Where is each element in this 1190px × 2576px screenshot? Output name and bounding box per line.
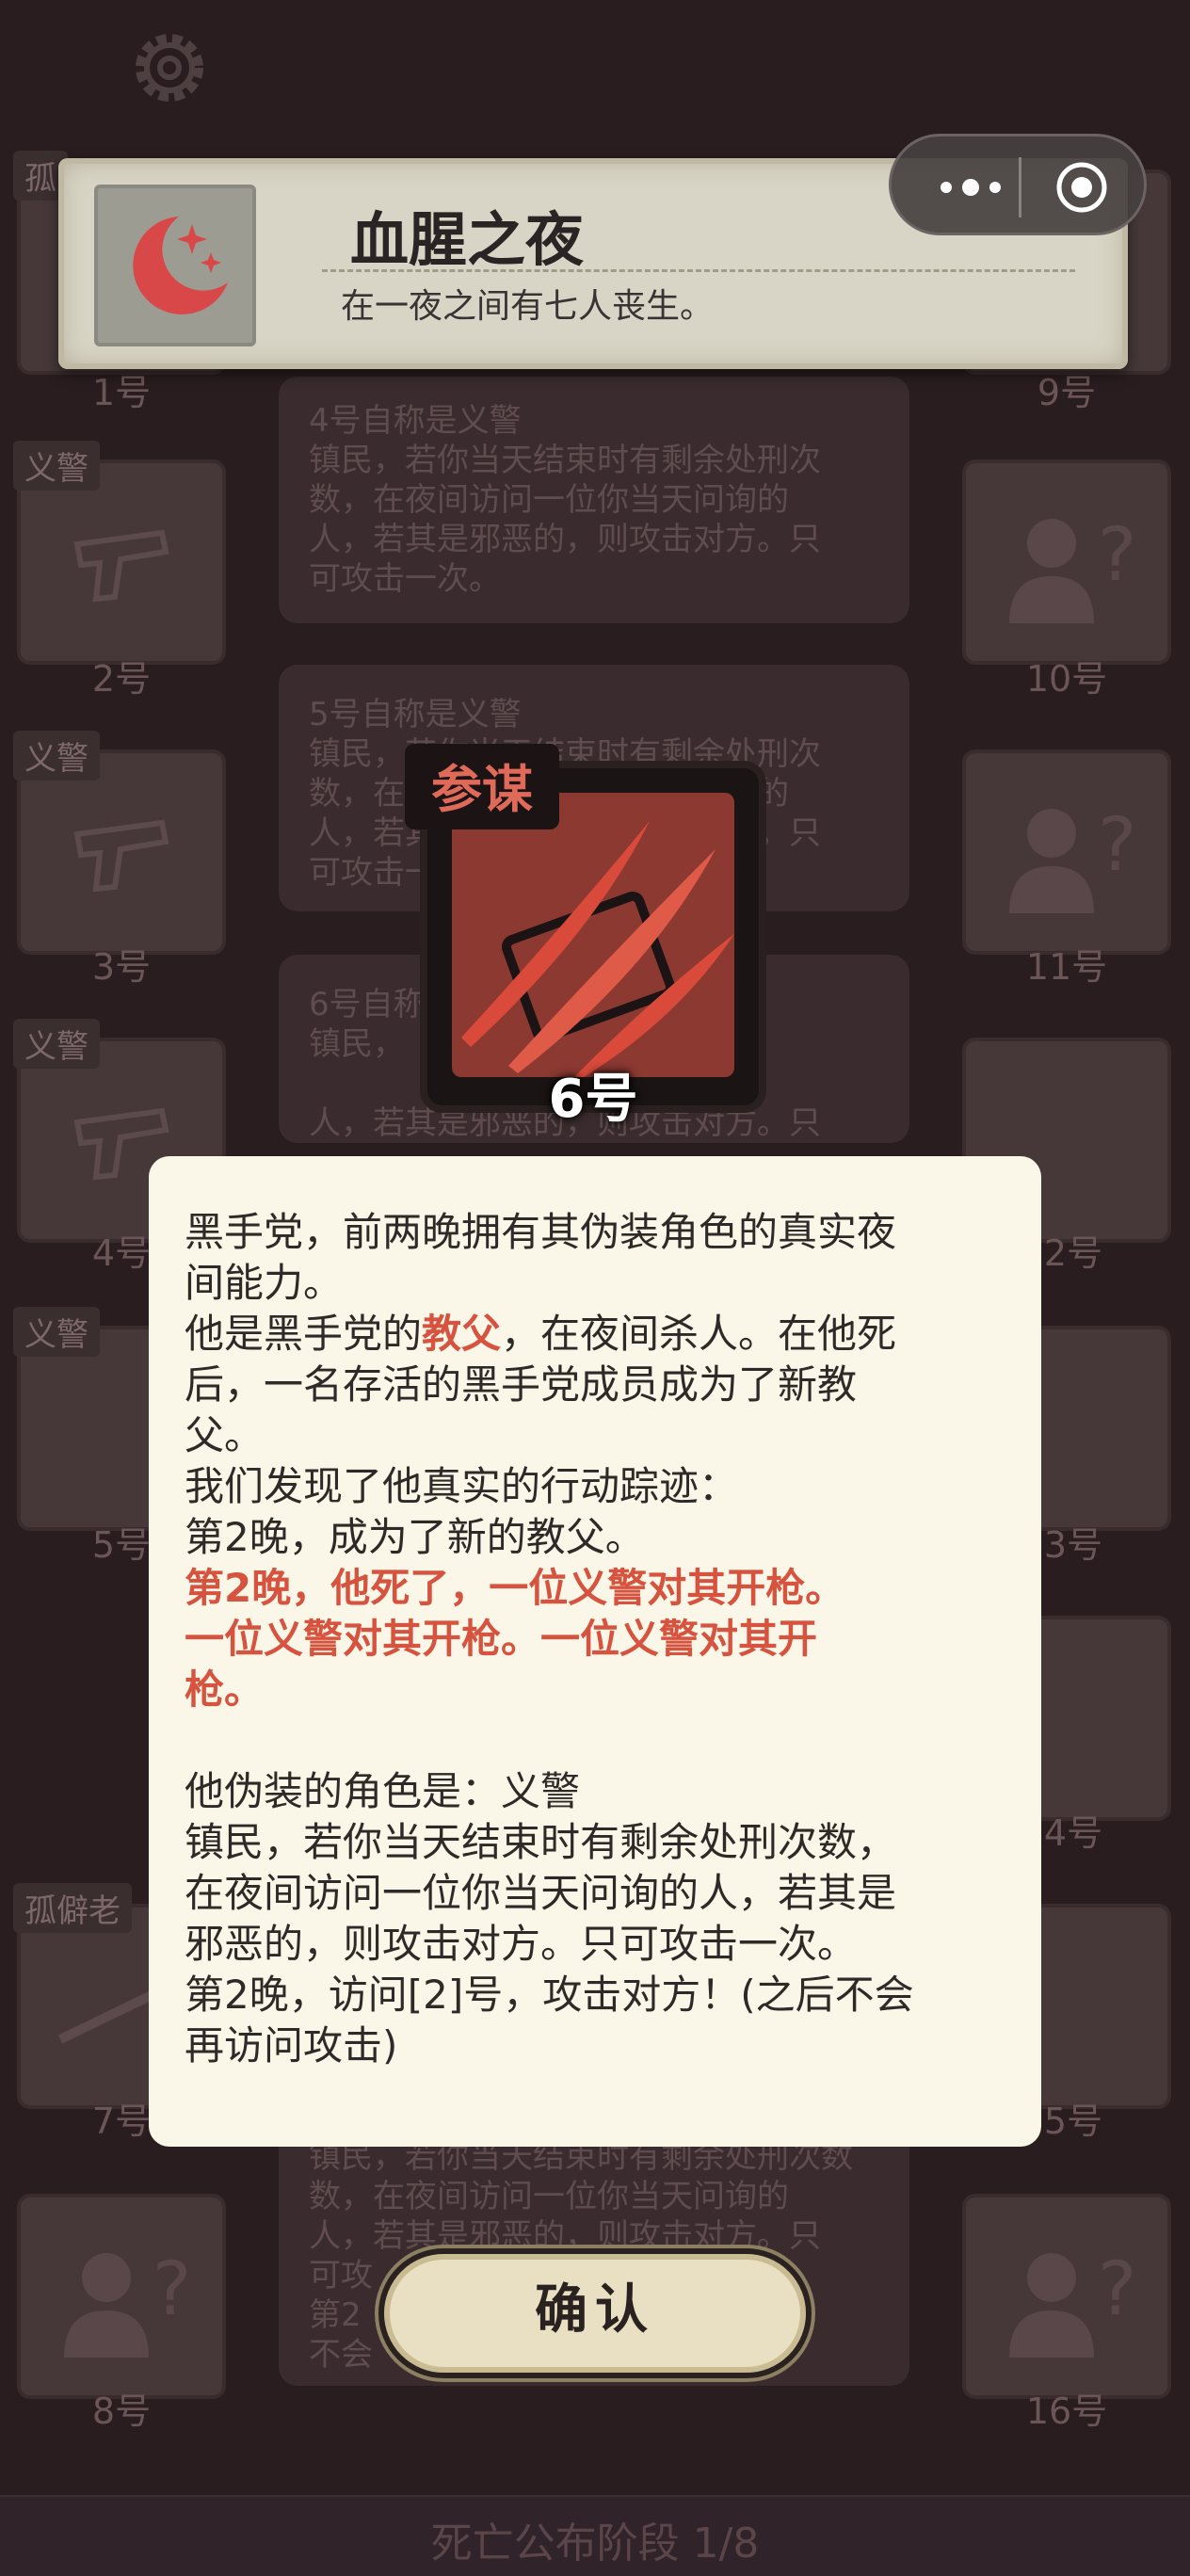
player-slot-8[interactable]: ?: [17, 2194, 226, 2399]
card-line: 可攻击一次。: [309, 560, 501, 598]
svg-text:?: ?: [1098, 803, 1136, 888]
event-subtitle: 在一夜之间有七人丧生。: [341, 287, 715, 326]
death-text: 枪。: [185, 1666, 265, 1713]
role-art: [452, 793, 734, 1077]
dialog-text: 第2晚，成为了新的教父。: [185, 1514, 645, 1560]
confirm-button[interactable]: 确认: [378, 2248, 812, 2378]
gear-icon[interactable]: [122, 21, 217, 115]
dialog-text: 间能力。: [185, 1260, 344, 1306]
dialog-text: 再访问攻击): [185, 2022, 398, 2069]
player-number: 2号: [91, 658, 152, 700]
dialog-text-line: 他是黑手党的教父，在夜间杀人。在他死: [185, 1309, 896, 1360]
role-tag: 义警: [13, 441, 100, 491]
dialog-text: 我们发现了他真实的行动踪迹：: [185, 1463, 739, 1509]
claim-card: 4号自称是义警 镇民，若你当天结束时有剩余处刑次 数，在夜间访问一位你当天问询的…: [279, 377, 909, 623]
dialog-text: 在夜间访问一位你当天问询的人，若其是: [185, 1870, 897, 1916]
svg-text:?: ?: [153, 2247, 191, 2332]
role-tag: 义警: [13, 731, 100, 781]
unknown-player-icon: ?: [1009, 2247, 1136, 2358]
event-title: 血腥之夜: [350, 205, 585, 274]
divider: [322, 269, 1075, 272]
dialog-text: 黑手党，前两晚拥有其伪装角色的真实夜: [185, 1209, 897, 1255]
unknown-player-icon: ?: [64, 2247, 191, 2358]
player-number: 1号: [91, 372, 152, 413]
dialog-text: 邪恶的，则攻击对方。只可攻击一次。: [185, 1921, 858, 1967]
capsule-separator: [1019, 157, 1021, 217]
player-number: 9号: [1037, 372, 1097, 413]
dialog-text: 他伪装的角色是：义警: [185, 1768, 581, 1814]
dialog-text: 父。: [185, 1412, 265, 1458]
player-slot-10[interactable]: ?: [962, 459, 1171, 665]
card-line: 镇民，若你当天结束时有剩余处刑次: [309, 442, 821, 479]
card-line: 5号自称是义警: [309, 696, 522, 733]
moon-stars-icon: [133, 217, 228, 314]
death-text: 一位义警对其开枪。一位义警对其开: [185, 1616, 818, 1662]
player-number: 10号: [1025, 658, 1108, 700]
confirm-label: 确认: [535, 2279, 655, 2341]
dialog-text: ，在夜间杀人。在他死: [501, 1311, 897, 1357]
card-line: 4号自称是义警: [309, 402, 522, 440]
highlight-role: 教父: [422, 1311, 502, 1357]
phase-label: 死亡公布阶段 1/8: [430, 2520, 760, 2568]
player-number: 16号: [1025, 2391, 1108, 2432]
player-number: 3号: [91, 946, 152, 988]
svg-text:?: ?: [1098, 2247, 1136, 2332]
role-tag: 义警: [13, 1307, 100, 1357]
card-line: 数，在夜间访问一位你当天问询的: [309, 2178, 789, 2215]
dialog-text: 第2晚，访问[2]号，攻击对方！(之后不会: [185, 1972, 914, 2018]
unknown-player-icon: ?: [1009, 803, 1136, 913]
role-name: 参谋: [405, 744, 559, 829]
player-slot-16[interactable]: ?: [962, 2194, 1171, 2399]
pistol-icon: [73, 819, 169, 893]
dialog-text: 镇民，若你当天结束时有剩余处刑次数，: [185, 1819, 897, 1865]
pistol-icon: [73, 529, 169, 603]
card-line: 数，在夜间访问一位你当天问询的: [309, 481, 789, 519]
claw-slash-icon: [461, 821, 734, 1077]
death-text: 第2晚，他死了，一位义警对其开枪。: [185, 1565, 845, 1611]
info-dialog: 黑手党，前两晚拥有其伪装角色的真实夜 间能力。 他是黑手党的教父，在夜间杀人。在…: [149, 1156, 1041, 2147]
dialog-text: 后，一名存活的黑手党成员成为了新教: [185, 1361, 858, 1408]
event-icon-frame: [94, 185, 256, 346]
more-dots-icon[interactable]: [933, 170, 1008, 204]
card-line: 人，若其是邪恶的，则攻击对方。只: [309, 521, 821, 558]
role-tag: 孤僻老: [13, 1883, 132, 1933]
dialog-text: 他是黑手党的: [185, 1311, 423, 1357]
miniprogram-capsule: [889, 134, 1147, 235]
player-number: 8号: [91, 2391, 152, 2432]
player-slot-11[interactable]: ?: [962, 749, 1171, 955]
role-player-number: 6号: [548, 1069, 638, 1130]
target-circle-icon[interactable]: [1053, 159, 1110, 216]
unknown-player-icon: ?: [1009, 513, 1136, 623]
player-number: 11号: [1025, 946, 1108, 988]
svg-text:?: ?: [1098, 513, 1136, 598]
role-tag: 义警: [13, 1019, 100, 1069]
